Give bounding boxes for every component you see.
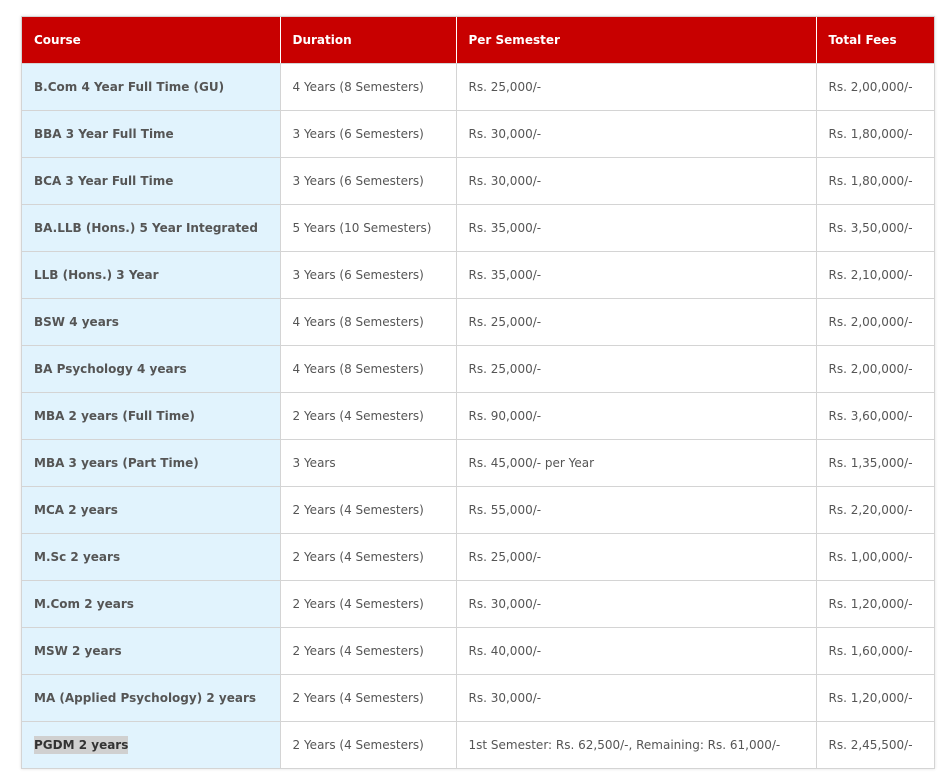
duration-cell: 2 Years (4 Semesters)	[280, 533, 457, 581]
course-cell: MSW 2 years	[22, 627, 281, 675]
header-total-fees: Total Fees	[816, 17, 934, 64]
per-semester-cell: Rs. 25,000/-	[456, 533, 817, 581]
table-row: M.Com 2 years 2 Years (4 Semesters) Rs. …	[22, 580, 934, 628]
total-fees-cell: Rs. 1,80,000/-	[816, 157, 934, 205]
course-cell: B.Com 4 Year Full Time (GU)	[22, 63, 281, 111]
total-fees-cell: Rs. 1,20,000/-	[816, 674, 934, 722]
per-semester-cell: Rs. 35,000/-	[456, 204, 817, 252]
duration-cell: 3 Years (6 Semesters)	[280, 110, 457, 158]
course-cell: BA.LLB (Hons.) 5 Year Integrated	[22, 204, 281, 252]
selected-text-highlight[interactable]: PGDM 2 years	[34, 735, 129, 754]
course-cell: MA (Applied Psychology) 2 years	[22, 674, 281, 722]
per-semester-cell: Rs. 55,000/-	[456, 486, 817, 534]
course-cell: MBA 3 years (Part Time)	[22, 439, 281, 487]
course-cell: BA Psychology 4 years	[22, 345, 281, 393]
course-cell: LLB (Hons.) 3 Year	[22, 251, 281, 299]
per-semester-cell: Rs. 30,000/-	[456, 580, 817, 628]
duration-cell: 4 Years (8 Semesters)	[280, 298, 457, 346]
table-row: MSW 2 years 2 Years (4 Semesters) Rs. 40…	[22, 627, 934, 675]
total-fees-cell: Rs. 1,00,000/-	[816, 533, 934, 581]
table-row: MA (Applied Psychology) 2 years 2 Years …	[22, 674, 934, 722]
per-semester-cell: Rs. 35,000/-	[456, 251, 817, 299]
total-fees-cell: Rs. 3,50,000/-	[816, 204, 934, 252]
duration-cell: 2 Years (4 Semesters)	[280, 392, 457, 440]
header-course: Course	[22, 17, 281, 64]
course-cell: MBA 2 years (Full Time)	[22, 392, 281, 440]
duration-cell: 2 Years (4 Semesters)	[280, 580, 457, 628]
duration-cell: 3 Years (6 Semesters)	[280, 157, 457, 205]
total-fees-cell: Rs. 2,20,000/-	[816, 486, 934, 534]
table-header: Course Duration Per Semester Total Fees	[22, 17, 934, 64]
per-semester-cell: Rs. 45,000/- per Year	[456, 439, 817, 487]
per-semester-cell: Rs. 30,000/-	[456, 110, 817, 158]
fees-table-container: Course Duration Per Semester Total Fees …	[21, 16, 935, 769]
table-row: B.Com 4 Year Full Time (GU) 4 Years (8 S…	[22, 63, 934, 111]
duration-cell: 2 Years (4 Semesters)	[280, 627, 457, 675]
course-cell: BBA 3 Year Full Time	[22, 110, 281, 158]
table-row: PGDM 2 years 2 Years (4 Semesters) 1st S…	[22, 721, 934, 768]
table-row: M.Sc 2 years 2 Years (4 Semesters) Rs. 2…	[22, 533, 934, 581]
table-row: MBA 2 years (Full Time) 2 Years (4 Semes…	[22, 392, 934, 440]
header-duration: Duration	[280, 17, 457, 64]
table-row: BCA 3 Year Full Time 3 Years (6 Semester…	[22, 157, 934, 205]
fees-table: Course Duration Per Semester Total Fees …	[22, 17, 934, 768]
per-semester-cell: Rs. 30,000/-	[456, 674, 817, 722]
table-row: BBA 3 Year Full Time 3 Years (6 Semester…	[22, 110, 934, 158]
course-cell: BSW 4 years	[22, 298, 281, 346]
duration-cell: 2 Years (4 Semesters)	[280, 721, 457, 768]
total-fees-cell: Rs. 3,60,000/-	[816, 392, 934, 440]
table-row: BSW 4 years 4 Years (8 Semesters) Rs. 25…	[22, 298, 934, 346]
table-row: MCA 2 years 2 Years (4 Semesters) Rs. 55…	[22, 486, 934, 534]
duration-cell: 4 Years (8 Semesters)	[280, 63, 457, 111]
table-row: BA Psychology 4 years 4 Years (8 Semeste…	[22, 345, 934, 393]
course-cell: M.Sc 2 years	[22, 533, 281, 581]
per-semester-cell: Rs. 25,000/-	[456, 63, 817, 111]
total-fees-cell: Rs. 1,20,000/-	[816, 580, 934, 628]
total-fees-cell: Rs. 2,00,000/-	[816, 298, 934, 346]
per-semester-cell: Rs. 40,000/-	[456, 627, 817, 675]
per-semester-cell: 1st Semester: Rs. 62,500/-, Remaining: R…	[456, 721, 817, 768]
per-semester-cell: Rs. 90,000/-	[456, 392, 817, 440]
total-fees-cell: Rs. 2,00,000/-	[816, 63, 934, 111]
duration-cell: 3 Years (6 Semesters)	[280, 251, 457, 299]
total-fees-cell: Rs. 2,45,500/-	[816, 721, 934, 768]
course-cell: BCA 3 Year Full Time	[22, 157, 281, 205]
duration-cell: 2 Years (4 Semesters)	[280, 674, 457, 722]
table-row: LLB (Hons.) 3 Year 3 Years (6 Semesters)…	[22, 251, 934, 299]
table-row: MBA 3 years (Part Time) 3 Years Rs. 45,0…	[22, 439, 934, 487]
table-row: BA.LLB (Hons.) 5 Year Integrated 5 Years…	[22, 204, 934, 252]
total-fees-cell: Rs. 2,10,000/-	[816, 251, 934, 299]
total-fees-cell: Rs. 1,80,000/-	[816, 110, 934, 158]
total-fees-cell: Rs. 2,00,000/-	[816, 345, 934, 393]
course-cell: MCA 2 years	[22, 486, 281, 534]
per-semester-cell: Rs. 30,000/-	[456, 157, 817, 205]
header-per-semester: Per Semester	[456, 17, 817, 64]
header-row: Course Duration Per Semester Total Fees	[22, 17, 934, 64]
duration-cell: 2 Years (4 Semesters)	[280, 486, 457, 534]
per-semester-cell: Rs. 25,000/-	[456, 345, 817, 393]
duration-cell: 5 Years (10 Semesters)	[280, 204, 457, 252]
duration-cell: 3 Years	[280, 439, 457, 487]
per-semester-cell: Rs. 25,000/-	[456, 298, 817, 346]
table-body: B.Com 4 Year Full Time (GU) 4 Years (8 S…	[22, 63, 934, 768]
course-cell: M.Com 2 years	[22, 580, 281, 628]
course-cell: PGDM 2 years	[22, 721, 281, 768]
duration-cell: 4 Years (8 Semesters)	[280, 345, 457, 393]
total-fees-cell: Rs. 1,60,000/-	[816, 627, 934, 675]
total-fees-cell: Rs. 1,35,000/-	[816, 439, 934, 487]
